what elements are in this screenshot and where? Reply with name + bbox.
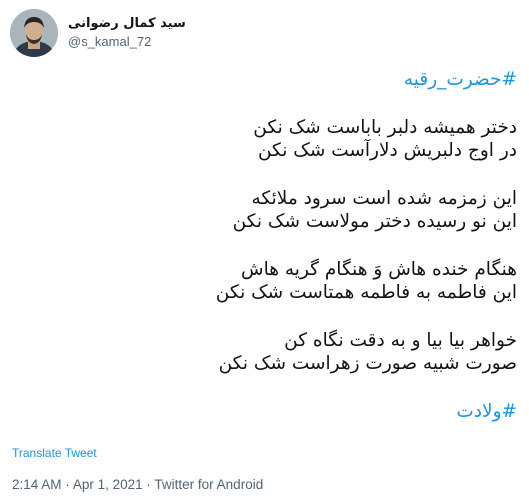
tweet-card: سید کمال رضوانی @s_kamal_72 #حضرت_رقیه د…: [0, 0, 529, 502]
tweet-time[interactable]: 2:14 AM: [12, 477, 62, 492]
translate-tweet-link[interactable]: Translate Tweet: [12, 446, 97, 460]
poem-stanza: خواهر بیا بیا و به دقت نگاه کن صورت شبیه…: [12, 329, 517, 376]
avatar[interactable]: [10, 9, 58, 57]
avatar-photo-icon: [10, 9, 58, 57]
poem-line: این نو رسیده دختر مولاست شک نکن: [232, 211, 517, 232]
poem-line: در اوج دلبریش دلارآست شک نکن: [257, 140, 517, 161]
poem-stanza: دختر همیشه دلبر باباست شک نکن در اوج دلب…: [12, 116, 517, 163]
tweet-date[interactable]: Apr 1, 2021: [73, 477, 143, 492]
tweet-text: #حضرت_رقیه دختر همیشه دلبر باباست شک نکن…: [12, 64, 517, 423]
poem-line: این فاطمه به فاطمه همتاست شک نکن: [215, 282, 517, 303]
poem-stanza: این زمزمه شده است سرود ملائکه این نو رسی…: [12, 187, 517, 234]
poem-line: دختر همیشه دلبر باباست شک نکن: [253, 116, 517, 138]
tweet-source[interactable]: Twitter for Android: [154, 477, 263, 492]
meta-separator: ·: [65, 477, 70, 492]
poem-line: این زمزمه شده است سرود ملائکه: [251, 187, 517, 209]
meta-separator: ·: [146, 477, 151, 492]
poem-line: خواهر بیا بیا و به دقت نگاه کن: [284, 329, 517, 351]
user-handle[interactable]: @s_kamal_72: [68, 33, 186, 51]
hashtag-link-bottom[interactable]: #ولادت: [12, 400, 517, 424]
display-name[interactable]: سید کمال رضوانی: [68, 15, 186, 33]
poem-stanza: هنگام خنده هاش وَ هنگام گریه هاش این فاط…: [12, 258, 517, 305]
hashtag-link-top[interactable]: #حضرت_رقیه: [12, 68, 517, 92]
poem-line: صورت شبیه صورت زهراست شک نکن: [218, 353, 517, 374]
user-meta: سید کمال رضوانی @s_kamal_72: [68, 15, 186, 51]
tweet-metadata: 2:14 AM · Apr 1, 2021 · Twitter for Andr…: [12, 477, 263, 492]
poem-line: هنگام خنده هاش وَ هنگام گریه هاش: [241, 258, 517, 280]
tweet-header: سید کمال رضوانی @s_kamal_72: [10, 8, 186, 58]
